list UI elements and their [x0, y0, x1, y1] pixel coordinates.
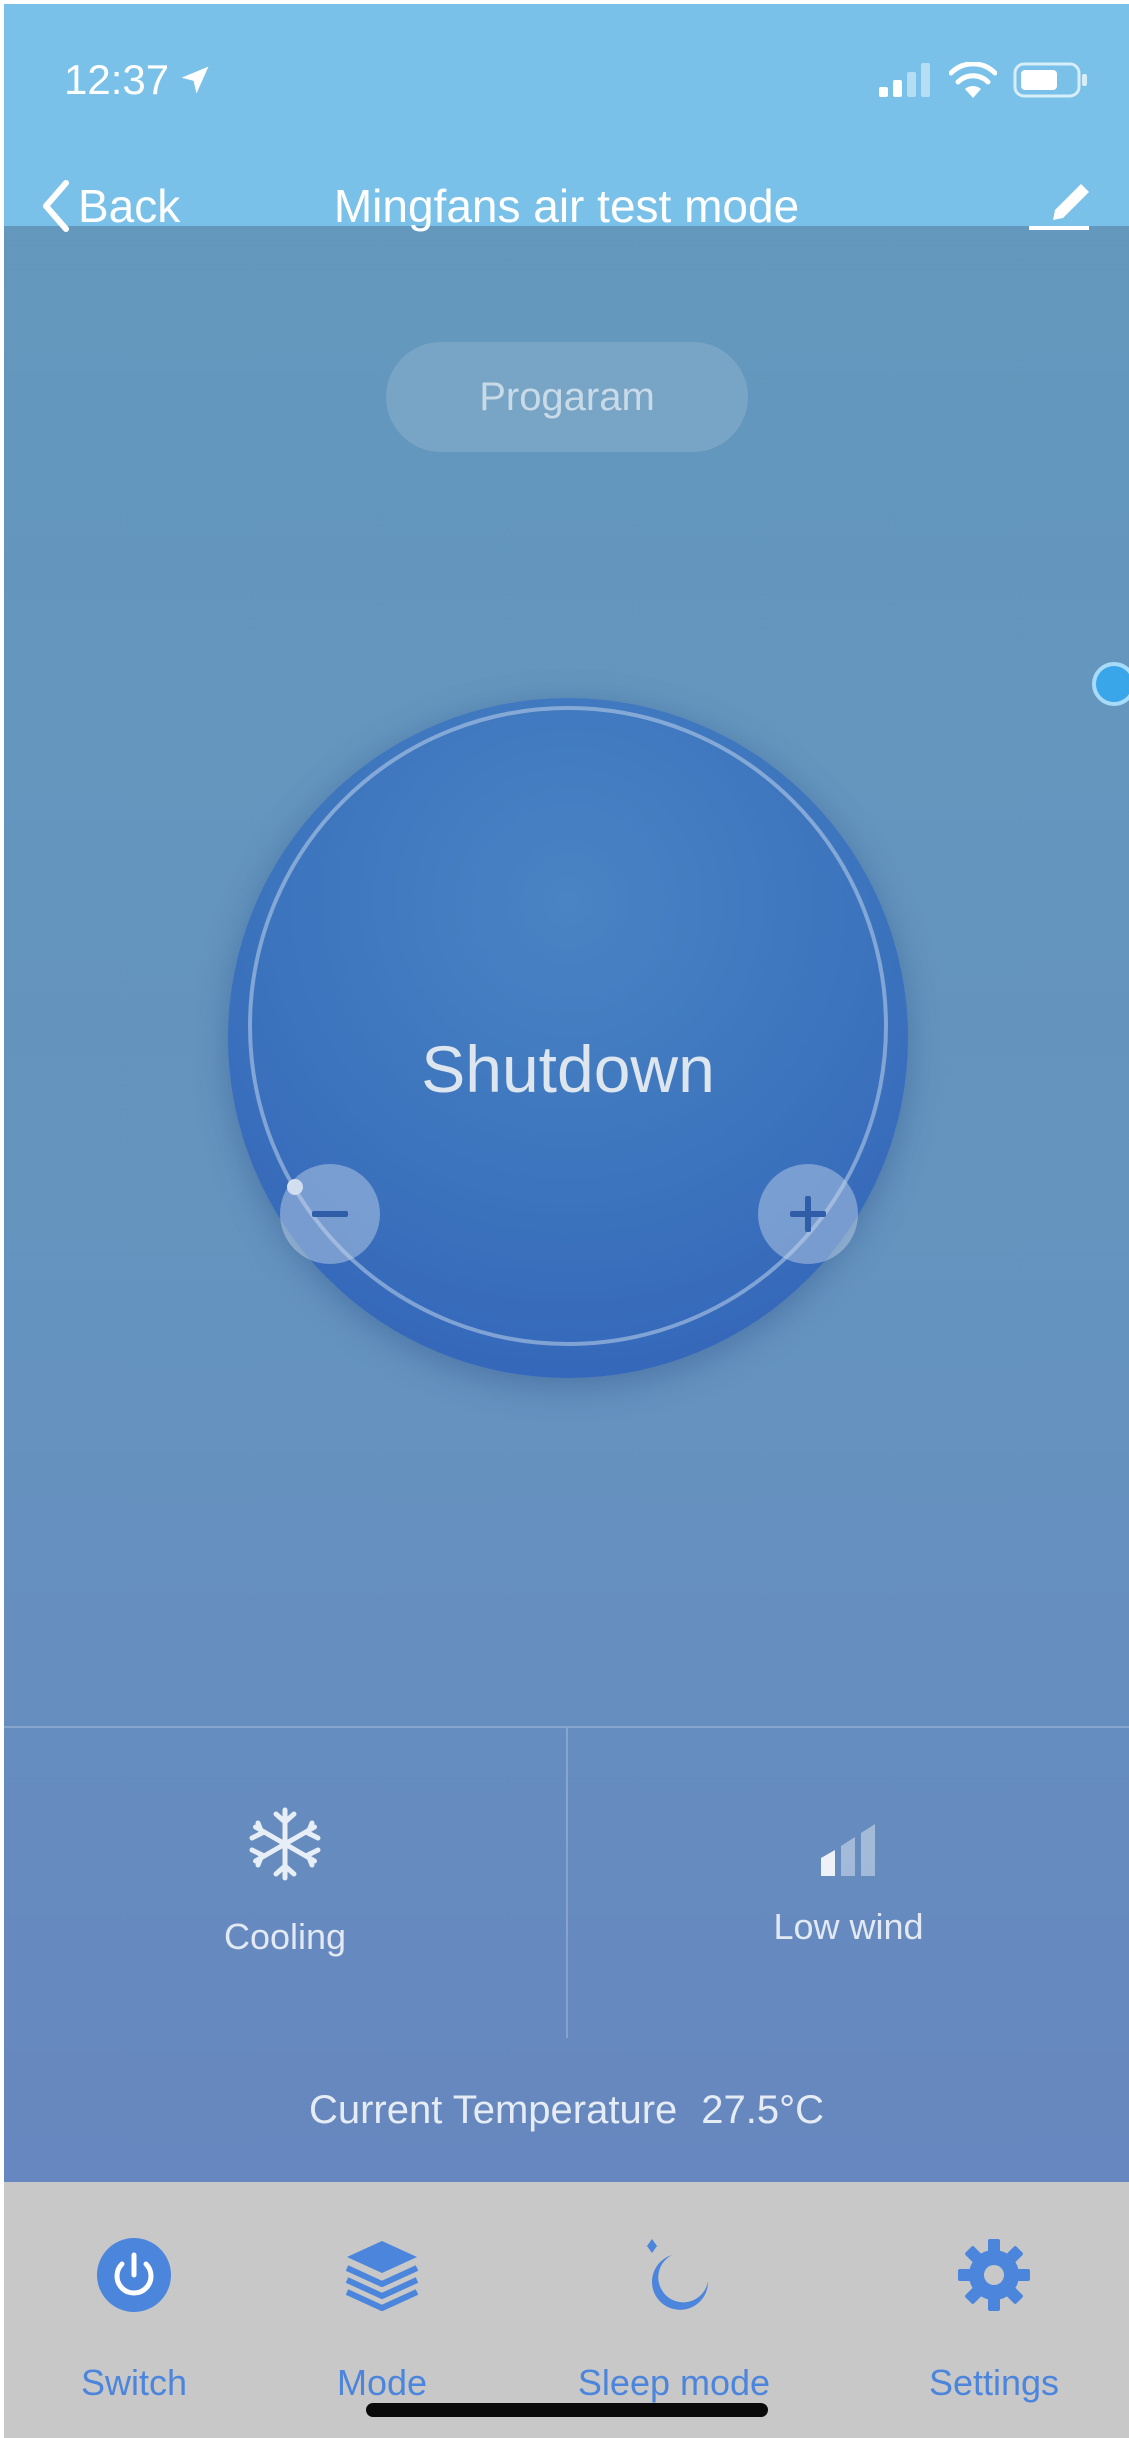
layers-icon [345, 2241, 419, 2311]
current-temperature-label: Current Temperature [308, 2088, 678, 2132]
wind-label: Low wind [773, 1906, 924, 1947]
tab-sleep-mode[interactable]: Sleep mode [534, 2182, 814, 2438]
tab-switch[interactable]: Switch [34, 2182, 234, 2438]
wifi-icon [949, 62, 997, 98]
wind-panel[interactable]: Low wind [568, 1728, 1129, 2038]
page-title: Mingfans air test mode [333, 180, 800, 232]
plus-icon [790, 1196, 826, 1232]
tab-mode-label: Mode [336, 2362, 428, 2403]
current-temperature-value: 27.5°C [701, 2088, 825, 2132]
header: 12:37 Back Mingfans air test mode [4, 4, 1129, 232]
tab-settings[interactable]: Settings [884, 2182, 1104, 2438]
minus-icon [312, 1211, 348, 1217]
increase-button[interactable] [758, 1164, 858, 1264]
bottom-tab-bar: Switch Mode Sleep mode Settings [4, 2182, 1129, 2438]
gear-icon [958, 2239, 1030, 2311]
cellular-signal-icon [879, 63, 930, 97]
tab-mode[interactable]: Mode [282, 2182, 482, 2438]
location-arrow-icon [181, 66, 209, 94]
mode-label: Cooling [223, 1916, 347, 1957]
tab-settings-label: Settings [928, 2362, 1060, 2403]
current-temperature: Current Temperature 27.5°C [4, 2082, 1129, 2138]
tab-switch-label: Switch [80, 2362, 188, 2403]
status-icons [879, 56, 1089, 104]
mode-panel[interactable]: Cooling [4, 1728, 566, 2038]
edit-button[interactable] [1025, 172, 1097, 236]
tab-sleep-mode-label: Sleep mode [577, 2362, 771, 2403]
program-button[interactable]: Progaram [386, 342, 748, 452]
app-screen: 12:37 Back Mingfans air test mode Progar… [4, 4, 1129, 2438]
home-indicator [366, 2403, 768, 2417]
snowflake-icon [249, 1807, 321, 1881]
edit-pencil-icon [1029, 184, 1089, 230]
power-icon [97, 2238, 171, 2312]
decrease-button[interactable] [280, 1164, 380, 1264]
status-time-text: 12:37 [64, 56, 170, 103]
dial-status-text: Shutdown [421, 1032, 715, 1106]
status-time: 12:37 [64, 52, 213, 108]
wind-level-icon [820, 1824, 875, 1876]
floating-assist-dot[interactable] [1092, 662, 1129, 706]
moon-icon [647, 2239, 709, 2310]
battery-icon [1013, 62, 1087, 98]
